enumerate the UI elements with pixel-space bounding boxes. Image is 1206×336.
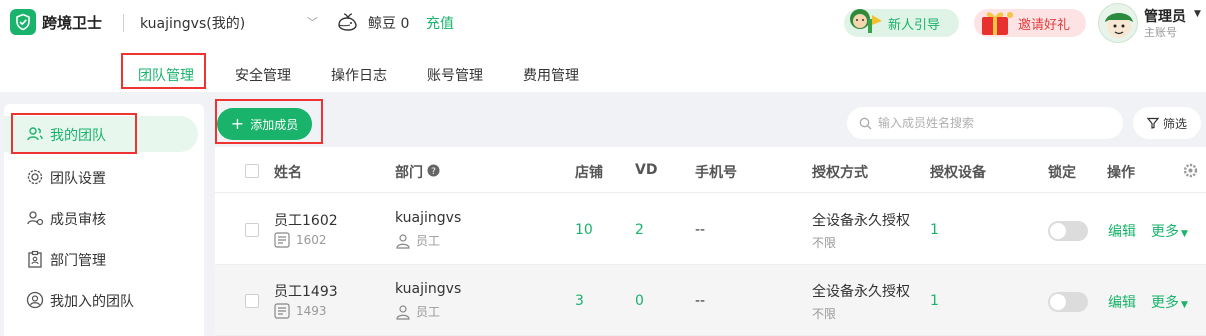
app-name: 跨境卫士 xyxy=(42,13,103,32)
id-card-icon xyxy=(274,303,290,319)
vd-count[interactable]: 0 xyxy=(635,293,644,309)
sidebar-item-department[interactable]: 部门管理 xyxy=(4,241,204,277)
filter-label: 筛选 xyxy=(1162,116,1187,131)
member-name: 员工1602 xyxy=(274,213,338,229)
app-logo[interactable]: 跨境卫士 xyxy=(10,9,102,35)
tab-security[interactable]: 安全管理 xyxy=(235,65,291,85)
member-search[interactable] xyxy=(847,107,1123,139)
user-check-icon xyxy=(27,211,44,226)
filter-button[interactable]: 筛选 xyxy=(1133,107,1201,139)
user-role: 主账号 xyxy=(1144,26,1177,39)
account-selector[interactable]: kuajingvs(我的) xyxy=(140,13,245,33)
whale-icon xyxy=(338,13,357,31)
column-header-phone[interactable]: 手机号 xyxy=(695,162,737,182)
shop-count[interactable]: 10 xyxy=(575,222,593,238)
member-role: 员工 xyxy=(395,232,440,249)
more-dropdown[interactable]: 更多 ▼ xyxy=(1151,221,1188,241)
beans-balance: 鲸豆 0 xyxy=(368,16,410,32)
tab-billing[interactable]: 费用管理 xyxy=(523,65,579,85)
top-bar: 跨境卫士 kuajingvs(我的) ﹀ 鲸豆 0 充值 新人引导 邀请好礼 管… xyxy=(0,0,1206,46)
vd-count[interactable]: 2 xyxy=(635,222,644,238)
mascot-icon xyxy=(850,9,882,33)
member-id: 1493 xyxy=(274,303,327,319)
phone-number: -- xyxy=(695,222,706,238)
sidebar-item-member-review[interactable]: 成员审核 xyxy=(4,200,204,236)
sidebar-item-label: 部门管理 xyxy=(50,253,106,269)
table-row[interactable]: 员工1493 1493 kuajingvs 员工 3 0 -- 全设备永久授权 … xyxy=(215,265,1206,336)
lock-toggle[interactable] xyxy=(1048,221,1088,241)
user-icon xyxy=(396,304,410,320)
column-header-auth-devices[interactable]: 授权设备 xyxy=(930,162,986,182)
gear-icon xyxy=(27,169,43,185)
lock-toggle[interactable] xyxy=(1048,292,1088,312)
shield-logo-icon xyxy=(10,9,36,35)
avatar[interactable] xyxy=(1098,3,1138,43)
invite-label: 邀请好礼 xyxy=(1018,17,1071,33)
edit-link[interactable]: 编辑 xyxy=(1108,292,1136,312)
filter-icon xyxy=(1146,117,1159,129)
gift-icon xyxy=(982,12,1013,35)
member-name: 员工1493 xyxy=(274,284,338,300)
help-icon[interactable]: ? xyxy=(427,164,440,177)
row-checkbox[interactable] xyxy=(245,223,259,237)
more-dropdown[interactable]: 更多 ▼ xyxy=(1151,292,1188,312)
auth-limit: 不限 xyxy=(812,307,837,321)
tab-operation-log[interactable]: 操作日志 xyxy=(331,65,387,85)
header-divider xyxy=(123,14,124,32)
shop-count[interactable]: 3 xyxy=(575,293,584,309)
edit-link[interactable]: 编辑 xyxy=(1108,221,1136,241)
user-name[interactable]: 管理员 xyxy=(1144,6,1186,26)
highlight-box xyxy=(121,53,206,89)
svg-text:?: ? xyxy=(431,167,436,177)
new-user-guide-button[interactable]: 新人引导 xyxy=(844,9,959,37)
highlight-box xyxy=(11,113,137,154)
recharge-link[interactable]: 充值 xyxy=(426,13,454,33)
highlight-box xyxy=(215,99,323,144)
user-circle-icon xyxy=(26,291,44,309)
member-id: 1602 xyxy=(274,232,327,248)
select-all-checkbox[interactable] xyxy=(245,164,259,178)
member-department: kuajingvs xyxy=(395,281,462,297)
table-row[interactable]: 员工1602 1602 kuajingvs 员工 10 2 -- 全设备永久授权… xyxy=(215,194,1206,265)
gear-icon[interactable] xyxy=(1183,163,1198,178)
tab-account-management[interactable]: 账号管理 xyxy=(427,65,483,85)
column-header-lock[interactable]: 锁定 xyxy=(1048,162,1076,182)
search-icon xyxy=(859,117,872,129)
member-role: 员工 xyxy=(395,303,440,320)
auth-limit: 不限 xyxy=(812,236,837,250)
row-checkbox[interactable] xyxy=(245,294,259,308)
table-header: 姓名 部门 ? 店铺 VD 手机号 授权方式 授权设备 锁定 操作 xyxy=(215,147,1206,193)
chevron-down-icon[interactable]: ﹀ xyxy=(307,14,318,30)
auth-device-count[interactable]: 1 xyxy=(930,293,939,309)
auth-method: 全设备永久授权 xyxy=(812,213,910,229)
auth-device-count[interactable]: 1 xyxy=(930,222,939,238)
column-header-vd[interactable]: VD xyxy=(635,162,657,178)
column-header-department[interactable]: 部门 xyxy=(395,162,423,182)
column-header-auth-method[interactable]: 授权方式 xyxy=(812,162,868,182)
column-header-shops[interactable]: 店铺 xyxy=(575,162,603,182)
invite-gift-button[interactable]: 邀请好礼 xyxy=(974,9,1086,37)
sidebar-item-label: 我加入的团队 xyxy=(50,294,134,310)
clipboard-icon xyxy=(28,250,42,268)
column-header-name[interactable]: 姓名 xyxy=(274,162,302,182)
caret-down-icon[interactable]: ▼ xyxy=(1194,9,1201,19)
sidebar-item-label: 团队设置 xyxy=(50,171,106,187)
caret-down-icon: ▼ xyxy=(1181,229,1188,239)
phone-number: -- xyxy=(695,293,706,309)
sidebar-item-joined-teams[interactable]: 我加入的团队 xyxy=(4,282,204,318)
id-card-icon xyxy=(274,232,290,248)
column-header-actions[interactable]: 操作 xyxy=(1107,162,1135,182)
user-icon xyxy=(396,233,410,249)
sidebar-item-team-settings[interactable]: 团队设置 xyxy=(4,159,204,195)
caret-down-icon: ▼ xyxy=(1181,300,1188,310)
auth-method: 全设备永久授权 xyxy=(812,284,910,300)
member-department: kuajingvs xyxy=(395,210,462,226)
member-table: 姓名 部门 ? 店铺 VD 手机号 授权方式 授权设备 锁定 操作 员工1602… xyxy=(215,147,1206,336)
guide-label: 新人引导 xyxy=(888,17,941,33)
search-input[interactable] xyxy=(878,116,1108,130)
sidebar-item-label: 成员审核 xyxy=(50,212,106,228)
